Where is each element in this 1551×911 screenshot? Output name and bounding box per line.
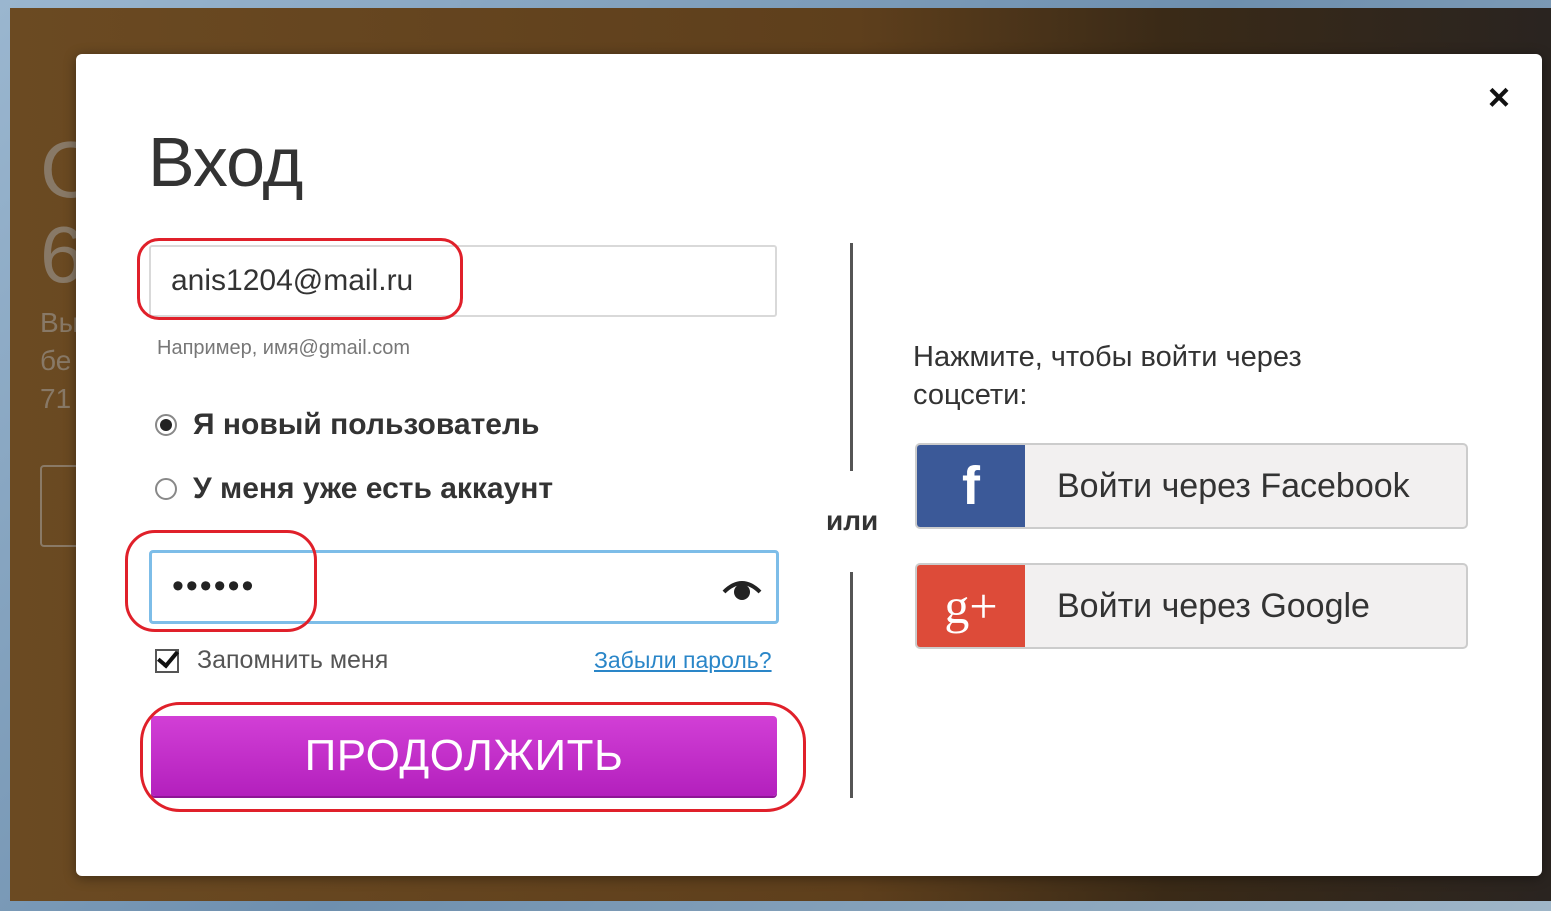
remember-label: Запомнить меня — [197, 646, 389, 674]
radio-label: У меня уже есть аккаунт — [193, 472, 554, 505]
radio-unchecked-icon[interactable] — [155, 478, 177, 500]
google-plus-icon: g+ — [917, 565, 1025, 647]
show-password-eye-icon[interactable] — [722, 572, 762, 606]
forgot-password-link[interactable]: Забыли пароль? — [594, 647, 772, 674]
or-label: или — [826, 505, 879, 536]
radio-checked-icon[interactable] — [155, 414, 177, 436]
remember-checkbox-icon[interactable] — [155, 648, 179, 673]
radio-new-user[interactable]: Я новый пользователь — [155, 408, 539, 442]
email-hint: Например, имя@gmail.com — [157, 337, 410, 359]
radio-existing-account[interactable]: У меня уже есть аккаунт — [155, 472, 553, 506]
annotation-email — [137, 238, 463, 320]
remember-me[interactable]: Запомнить меня — [155, 646, 388, 675]
facebook-icon: f — [917, 445, 1025, 527]
modal-title: Вход — [148, 123, 303, 201]
close-icon[interactable]: × — [1484, 78, 1514, 118]
annotation-continue — [140, 702, 806, 812]
facebook-login-button[interactable]: f Войти через Facebook — [915, 443, 1468, 529]
background-text: 71 — [40, 383, 72, 414]
annotation-password — [125, 530, 317, 632]
google-login-button[interactable]: g+ Войти через Google — [915, 563, 1468, 649]
divider-top — [850, 243, 853, 471]
facebook-button-label: Войти через Facebook — [1057, 466, 1410, 505]
background-text: бе — [40, 345, 72, 376]
background-text: Вы — [40, 307, 79, 338]
radio-label: Я новый пользователь — [193, 408, 540, 441]
social-hint: Нажмите, чтобы войти через соцсети: — [913, 341, 1302, 411]
google-button-label: Войти через Google — [1057, 586, 1370, 625]
divider-bottom — [850, 572, 853, 798]
